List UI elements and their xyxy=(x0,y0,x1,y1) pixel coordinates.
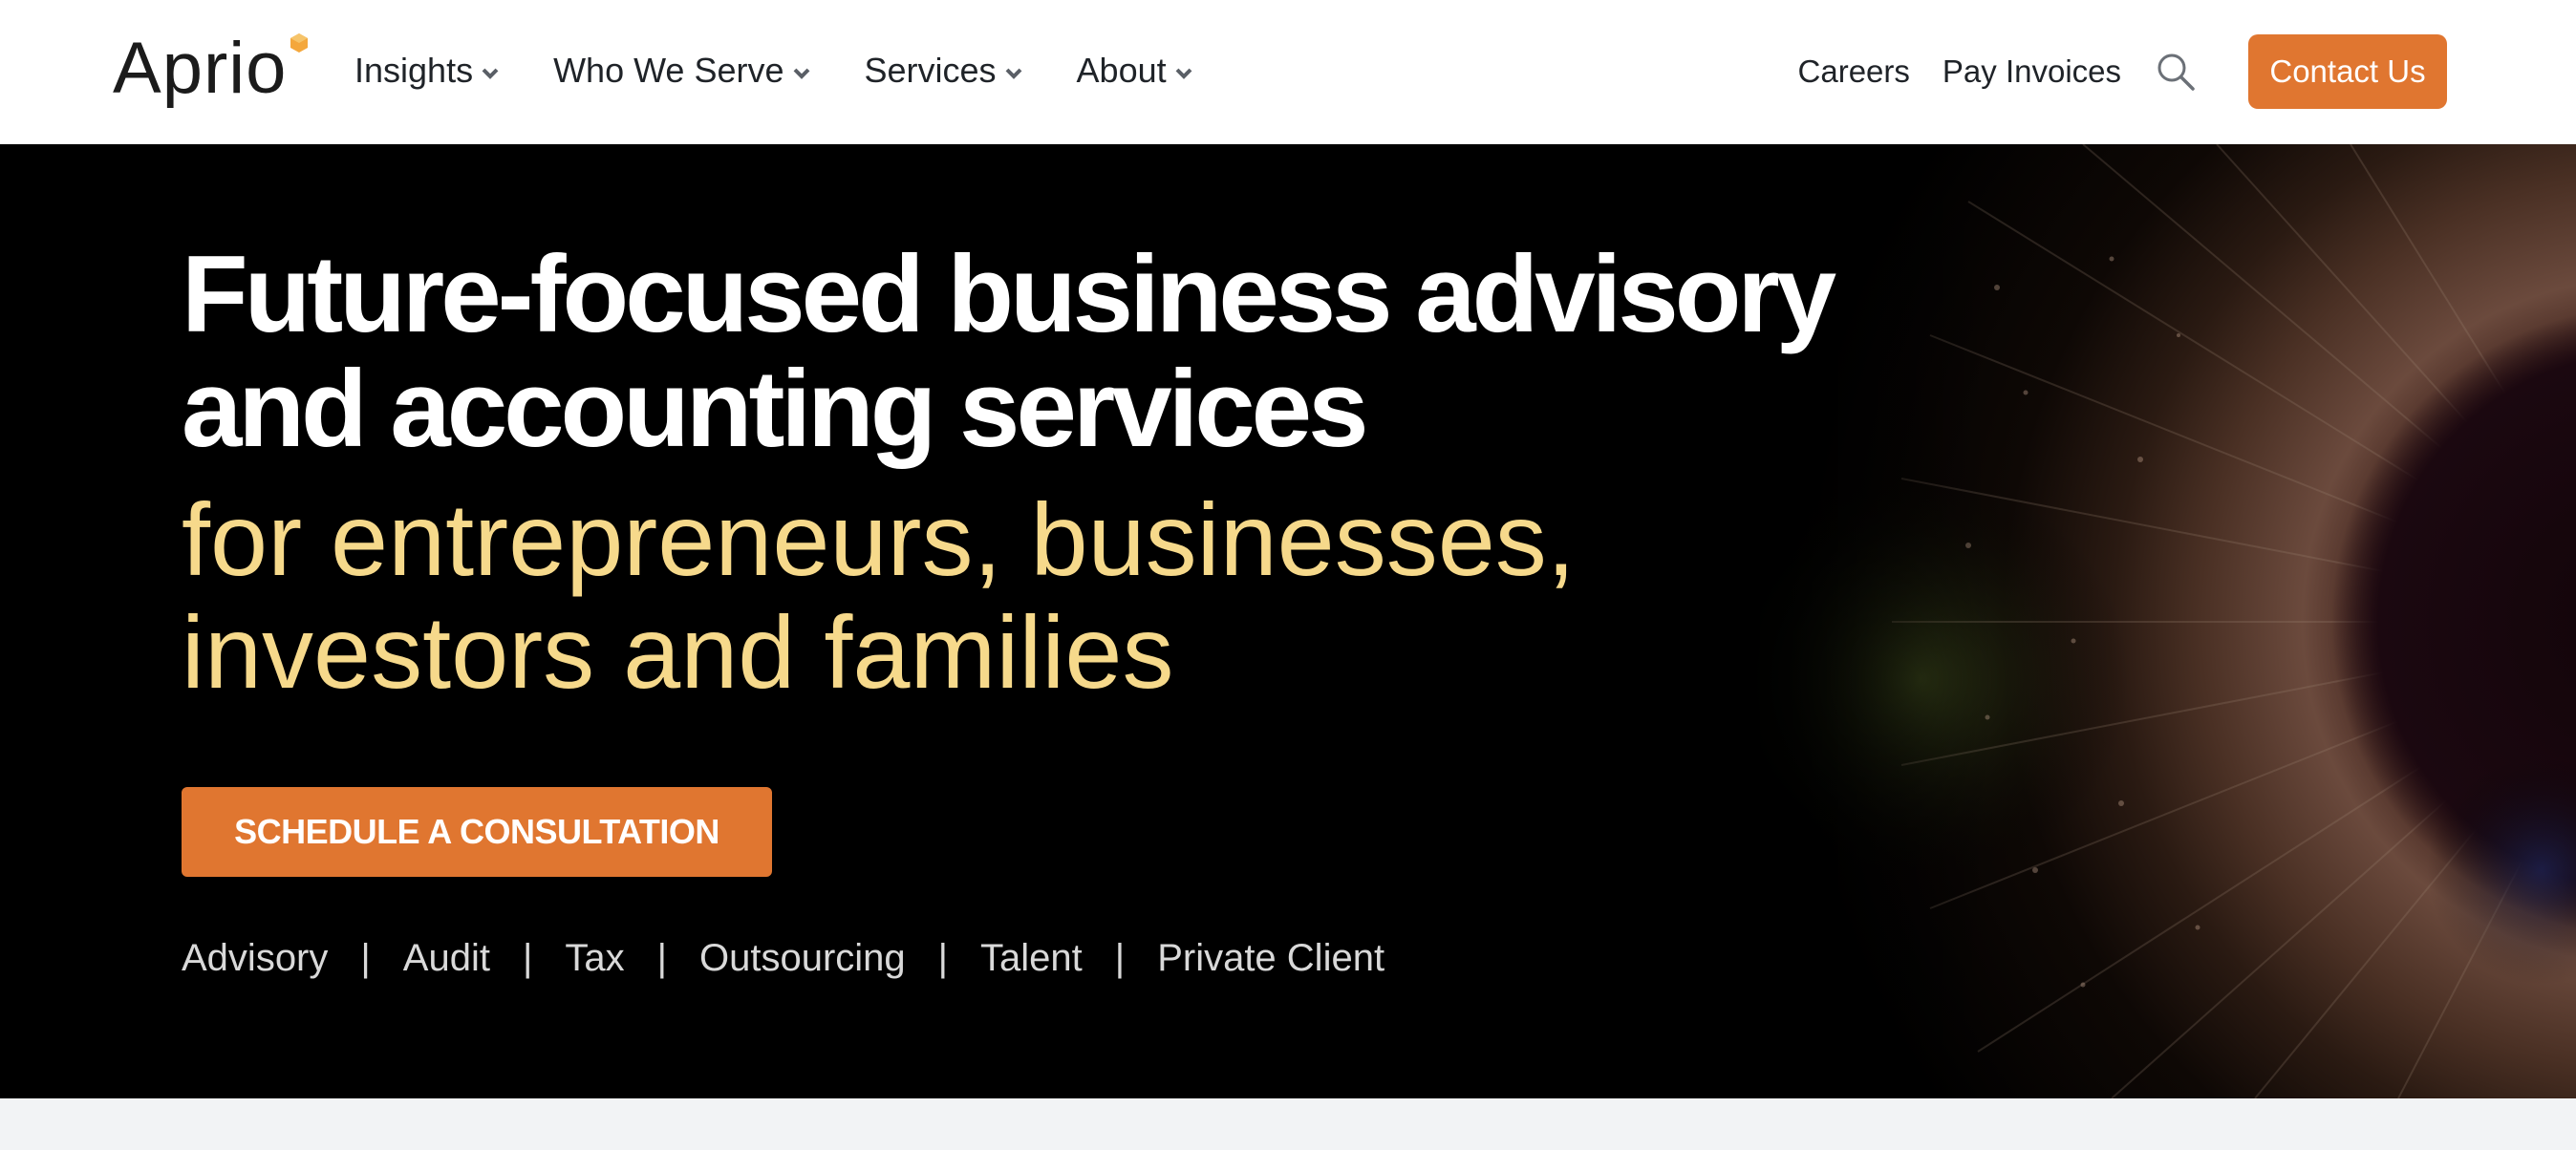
nav-about-label: About xyxy=(1076,51,1167,90)
service-link-private-client[interactable]: Private Client xyxy=(1157,937,1385,980)
service-links: Advisory | Audit | Tax | Outsourcing | T… xyxy=(182,937,1385,980)
separator: | xyxy=(937,937,949,979)
utility-nav: Careers Pay Invoices Contact Us xyxy=(1798,34,2576,109)
hero-title: Future-focused business advisory and acc… xyxy=(182,234,1836,470)
schedule-consultation-button[interactable]: SCHEDULE A CONSULTATION xyxy=(182,787,772,877)
chevron-down-icon xyxy=(1175,68,1192,79)
chevron-down-icon xyxy=(793,68,809,79)
nav-insights-label: Insights xyxy=(354,51,474,90)
separator: | xyxy=(1114,937,1126,979)
service-link-tax[interactable]: Tax xyxy=(565,937,624,980)
separator: | xyxy=(656,937,667,979)
aprio-logo[interactable]: Aprio xyxy=(113,29,310,109)
service-link-outsourcing[interactable]: Outsourcing xyxy=(699,937,906,980)
hero-banner: Future-focused business advisory and acc… xyxy=(0,144,2576,1098)
service-link-talent[interactable]: Talent xyxy=(980,937,1083,980)
nav-insights[interactable]: Insights xyxy=(354,46,500,96)
hero-subtitle: for entrepreneurs, businesses, investors… xyxy=(182,481,1576,710)
separator: | xyxy=(360,937,371,979)
logo-mark-icon xyxy=(290,33,309,53)
nav-services-label: Services xyxy=(864,51,997,90)
nav-services[interactable]: Services xyxy=(865,46,1023,96)
main-nav: Insights Who We Serve Services About xyxy=(354,46,1247,96)
logo-text: Aprio xyxy=(113,28,288,109)
search-icon[interactable] xyxy=(2156,52,2196,92)
separator: | xyxy=(522,937,533,979)
nav-about[interactable]: About xyxy=(1077,46,1193,96)
next-section-strip xyxy=(0,1098,2576,1150)
nav-who-we-serve-label: Who We Serve xyxy=(553,51,784,90)
site-header: Aprio Insights Who We Serve Services Abo… xyxy=(0,0,2576,144)
nav-who-we-serve[interactable]: Who We Serve xyxy=(553,46,810,96)
chevron-down-icon xyxy=(482,68,499,79)
contact-us-button[interactable]: Contact Us xyxy=(2248,34,2447,109)
chevron-down-icon xyxy=(1005,68,1021,79)
pay-invoices-link[interactable]: Pay Invoices xyxy=(1943,53,2121,90)
service-link-advisory[interactable]: Advisory xyxy=(182,937,328,980)
careers-link[interactable]: Careers xyxy=(1798,53,1910,90)
service-link-audit[interactable]: Audit xyxy=(403,937,490,980)
